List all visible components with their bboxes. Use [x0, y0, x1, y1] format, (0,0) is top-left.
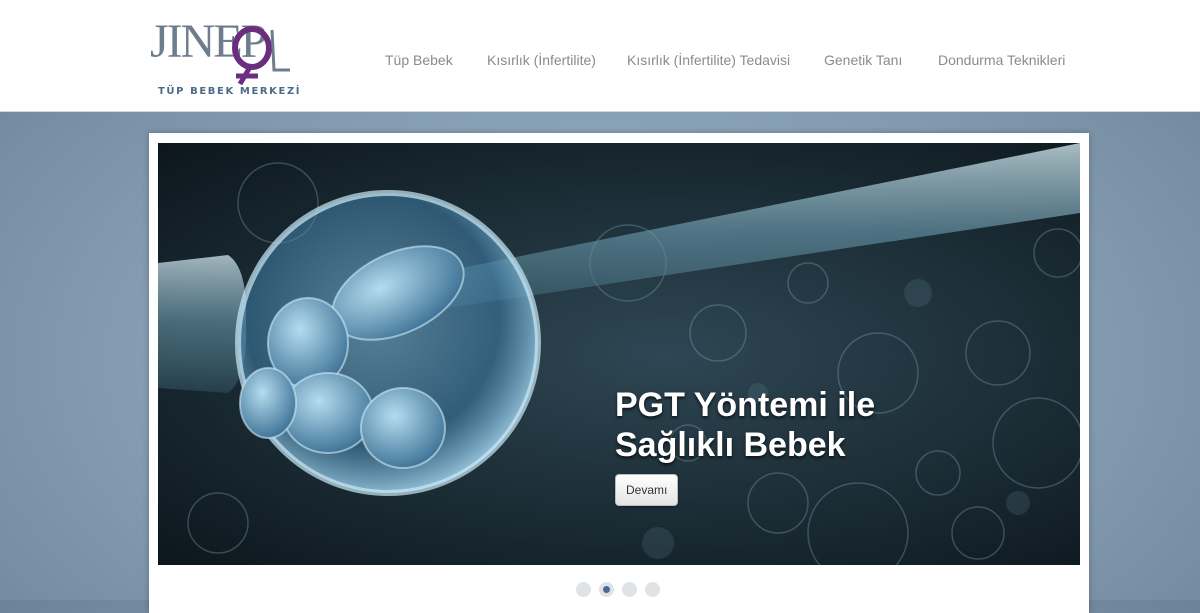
nav-item-kisirlik-tedavisi[interactable]: Kısırlık (İnfertilite) Tedavisi	[627, 52, 790, 68]
nav-item-genetik-tani[interactable]: Genetik Tanı	[824, 52, 902, 68]
slider-dot-3[interactable]	[622, 582, 637, 597]
nav-item-kisirlik[interactable]: Kısırlık (İnfertilite)	[487, 52, 596, 68]
main-nav: Tüp Bebek Kısırlık (İnfertilite) Kısırlı…	[0, 52, 1200, 72]
site-header: JINEP TÜP BEBEK MERKEZİ Tüp Bebek Kısırl…	[0, 0, 1200, 112]
nav-item-dondurma-teknikleri[interactable]: Dondurma Teknikleri	[938, 52, 1065, 68]
slide-title: PGT Yöntemi ile Sağlıklı Bebek	[615, 385, 945, 465]
nav-item-tup-bebek[interactable]: Tüp Bebek	[385, 52, 453, 68]
logo-tagline: TÜP BEBEK MERKEZİ	[158, 86, 302, 97]
slide-caption: PGT Yöntemi ile Sağlıklı Bebek Devamı	[615, 385, 945, 506]
slide-title-line2: Sağlıklı Bebek	[615, 426, 846, 464]
slider-frame: PGT Yöntemi ile Sağlıklı Bebek Devamı	[149, 133, 1089, 613]
slider-dot-1[interactable]	[576, 582, 591, 597]
slider-dot-4[interactable]	[645, 582, 660, 597]
slider-dot-2[interactable]	[599, 582, 614, 597]
slide-title-line1: PGT Yöntemi ile	[615, 386, 876, 424]
devami-button[interactable]: Devamı	[615, 474, 679, 506]
slide-image-embryo[interactable]: PGT Yöntemi ile Sağlıklı Bebek Devamı	[158, 143, 1080, 565]
